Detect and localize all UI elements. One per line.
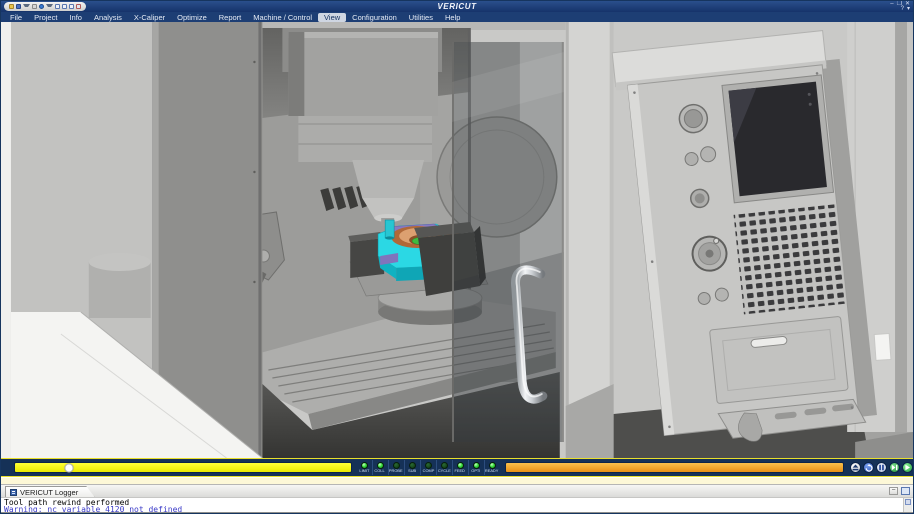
step-forward-icon — [891, 464, 898, 471]
rewind-loop-icon — [865, 464, 873, 472]
info-icon[interactable] — [39, 4, 44, 9]
help-icon[interactable]: ? — [901, 7, 904, 12]
safety-door-glass — [452, 42, 564, 442]
logger-scrollbar-thumb[interactable] — [905, 499, 911, 505]
pause-icon — [878, 464, 885, 471]
status-led-cycle: CYCLE — [436, 460, 452, 475]
grid-view-layout-icon[interactable] — [69, 4, 74, 9]
menu-help[interactable]: Help — [439, 13, 466, 22]
reset-model-icon[interactable] — [32, 4, 37, 9]
status-led-ready: READY — [484, 460, 500, 475]
ribbon-options-icon[interactable]: ▾ — [907, 7, 910, 12]
nc-progress-slider[interactable] — [14, 462, 352, 473]
logger-tab-row: VERICUT Logger − — [1, 484, 913, 497]
logger-icon — [10, 489, 17, 496]
single-step-button[interactable] — [889, 462, 900, 473]
app-title: VERICUT — [1, 1, 913, 12]
machine-3d-viewport[interactable] — [1, 22, 913, 458]
status-led-feed: FEED — [452, 460, 468, 475]
window-controls: – ❐ ✕ ? ▾ — [890, 2, 910, 12]
status-led-sub: SUB — [404, 460, 420, 475]
status-led-panel: LIMIT COLL PROBE SUB COMP CYCLE FEED OPT… — [357, 460, 500, 475]
stop-button[interactable] — [876, 462, 887, 473]
two-view-layout-icon[interactable] — [62, 4, 67, 9]
minimize-button[interactable]: – — [890, 2, 893, 7]
cutting-tool — [385, 220, 394, 240]
playback-buttons — [850, 462, 913, 473]
menubar: File Project Info Analysis X-Caliper Opt… — [1, 12, 913, 22]
menu-file[interactable]: File — [4, 13, 28, 22]
titlebar: VERICUT – ❐ ✕ ? ▾ — [1, 1, 913, 12]
simulation-speed-bar[interactable] — [505, 462, 845, 473]
vericut-window: VERICUT – ❐ ✕ ? ▾ File Project Info Anal… — [0, 0, 914, 514]
dropdown-icon[interactable] — [46, 4, 53, 10]
open-project-icon[interactable] — [9, 4, 14, 9]
menu-view[interactable]: View — [318, 13, 346, 22]
rewind-button[interactable] — [863, 462, 874, 473]
pendant-screen — [722, 75, 834, 203]
reset-model-button[interactable] — [850, 462, 861, 473]
menu-report[interactable]: Report — [213, 13, 248, 22]
menu-utilities[interactable]: Utilities — [403, 13, 439, 22]
menu-info[interactable]: Info — [63, 13, 88, 22]
menu-configuration[interactable]: Configuration — [346, 13, 403, 22]
machine-scene — [1, 22, 913, 458]
play-button[interactable] — [902, 462, 913, 473]
frame-pillar — [566, 22, 614, 458]
single-view-layout-icon[interactable] — [55, 4, 60, 9]
menu-x-caliper[interactable]: X-Caliper — [128, 13, 171, 22]
logger-minimize-button[interactable]: − — [889, 487, 898, 495]
eject-icon — [852, 464, 859, 471]
status-led-collision: COLL — [372, 460, 388, 475]
quick-access-toolbar — [4, 2, 86, 11]
pendant-lower-door — [710, 316, 849, 403]
simulation-control-bar: LIMIT COLL PROBE SUB COMP CYCLE FEED OPT… — [1, 458, 913, 477]
logger-scrollbar[interactable] — [903, 498, 912, 512]
menu-project[interactable]: Project — [28, 13, 63, 22]
save-icon[interactable] — [16, 4, 21, 9]
play-icon — [904, 464, 911, 471]
status-led-probe: PROBE — [388, 460, 404, 475]
logger-tab-label: VERICUT Logger — [20, 488, 78, 497]
status-led-opti: OPTI — [468, 460, 484, 475]
status-led-comp: COMP — [420, 460, 436, 475]
message-strip — [1, 477, 913, 484]
menu-analysis[interactable]: Analysis — [88, 13, 128, 22]
logger-content: Tool path rewind performed Warning: nc_v… — [1, 497, 913, 512]
pendant-keypad[interactable] — [734, 204, 848, 314]
logger-panel-controls: − — [889, 487, 910, 495]
menu-optimize[interactable]: Optimize — [171, 13, 213, 22]
menu-machine-control[interactable]: Machine / Control — [247, 13, 318, 22]
progress-slider-thumb[interactable] — [64, 463, 73, 472]
dropdown-icon[interactable] — [23, 4, 30, 10]
status-led-limit: LIMIT — [357, 460, 372, 475]
report-view-icon[interactable] — [76, 4, 81, 9]
logger-detach-icon[interactable] — [901, 487, 910, 495]
